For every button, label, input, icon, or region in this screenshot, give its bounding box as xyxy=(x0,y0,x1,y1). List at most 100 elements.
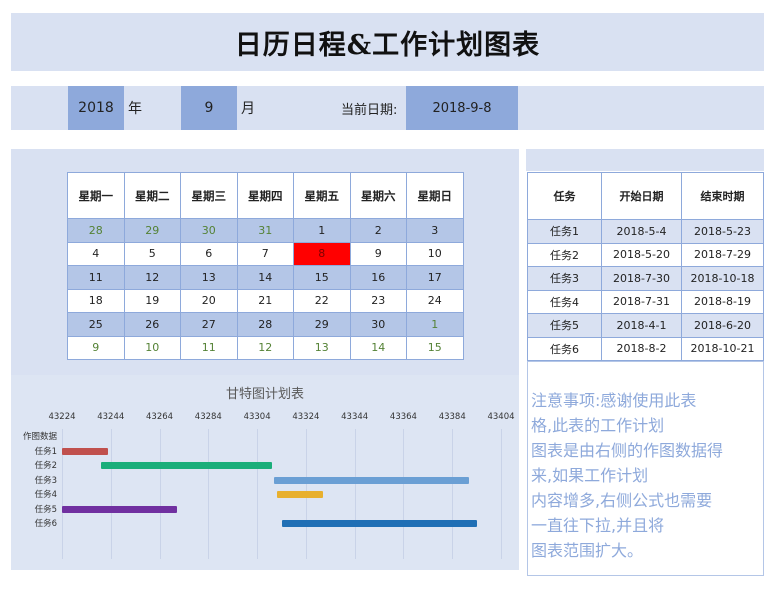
task-cell[interactable]: 任务5 xyxy=(527,313,602,338)
calendar-day[interactable]: 10 xyxy=(406,241,464,266)
y-category-label: 作图数据 xyxy=(22,432,57,442)
year-input[interactable]: 2018 xyxy=(68,86,124,130)
calendar-day-other-month[interactable]: 1 xyxy=(406,312,464,337)
task-cell[interactable]: 2018-4-1 xyxy=(601,313,682,338)
task-cell[interactable]: 2018-5-23 xyxy=(681,219,764,244)
task-table: 任务 开始日期 结束时期 任务1 2018-5-4 2018-5-23 任务2 2018-5… xyxy=(527,172,764,361)
current-date-label: 当前日期: xyxy=(341,102,398,118)
gridline xyxy=(257,429,259,559)
gridline xyxy=(403,429,405,559)
calendar-day-other-month[interactable]: 31 xyxy=(236,218,294,243)
task-row: 任务3 2018-7-30 2018-10-18 xyxy=(527,266,764,291)
calendar-day[interactable]: 17 xyxy=(406,265,464,290)
weekday-header: 星期日 xyxy=(406,172,464,219)
calendar-day-other-month[interactable]: 9 xyxy=(67,335,125,360)
calendar-day[interactable]: 6 xyxy=(180,241,238,266)
month-input[interactable]: 9 xyxy=(181,86,237,130)
calendar-day[interactable]: 12 xyxy=(123,265,181,290)
task-cell[interactable]: 任务3 xyxy=(527,266,602,291)
task-cell[interactable]: 2018-7-31 xyxy=(601,289,682,314)
gantt-bar[interactable] xyxy=(274,476,470,484)
calendar-day-other-month[interactable]: 11 xyxy=(180,335,238,360)
calendar-day[interactable]: 1 xyxy=(293,218,351,243)
task-cell[interactable]: 2018-10-18 xyxy=(681,266,764,291)
weekday-header: 星期六 xyxy=(349,172,407,219)
weekday-header: 星期四 xyxy=(236,172,294,219)
calendar-day[interactable]: 20 xyxy=(180,288,238,313)
gantt-bar[interactable] xyxy=(276,491,323,498)
calendar-day-other-month[interactable]: 12 xyxy=(236,335,294,360)
calendar-day-other-month[interactable]: 15 xyxy=(406,335,464,360)
task-cell[interactable]: 2018-8-2 xyxy=(601,336,682,361)
calendar-day[interactable]: 25 xyxy=(67,312,125,337)
gantt-bar[interactable] xyxy=(101,462,272,469)
calendar-day[interactable]: 21 xyxy=(236,288,294,313)
calendar-day[interactable]: 24 xyxy=(406,288,464,313)
calendar-week-row: 11 12 13 14 15 16 17 xyxy=(67,265,464,290)
x-tick-label: 43244 xyxy=(97,412,125,422)
calendar-day[interactable]: 7 xyxy=(236,241,294,266)
title-bar: 日历日程&工作计划图表 xyxy=(11,13,764,71)
weekday-header: 星期三 xyxy=(180,172,238,219)
calendar-panel: 星期一 星期二 星期三 星期四 星期五 星期六 星期日 28 29 30 31 1 2 3 4 5 6 7 8 9 1… xyxy=(11,149,519,375)
calendar-day[interactable]: 22 xyxy=(293,288,351,313)
x-tick-label: 43364 xyxy=(389,412,417,422)
calendar-day[interactable]: 4 xyxy=(67,241,125,266)
calendar-day-other-month[interactable]: 13 xyxy=(293,335,351,360)
calendar-day[interactable]: 18 xyxy=(67,288,125,313)
calendar-day-other-month[interactable]: 29 xyxy=(123,218,181,243)
month-unit-label: 月 xyxy=(241,101,255,117)
task-cell[interactable]: 2018-10-21 xyxy=(681,336,764,361)
calendar-day[interactable]: 28 xyxy=(236,312,294,337)
weekday-header: 星期二 xyxy=(123,172,181,219)
calendar-day[interactable]: 29 xyxy=(293,312,351,337)
task-table-body: 任务1 2018-5-4 2018-5-23 任务2 2018-5-20 2018-7-2… xyxy=(527,219,764,361)
calendar-day-other-month[interactable]: 10 xyxy=(123,335,181,360)
y-category-label: 任务6 xyxy=(34,519,57,529)
weekday-header: 星期一 xyxy=(67,172,125,219)
task-cell[interactable]: 任务4 xyxy=(527,289,602,314)
gantt-chart: 甘特图计划表 43224 43244 43264 43284 43304 43324 433… xyxy=(11,375,519,570)
calendar-day[interactable]: 27 xyxy=(180,312,238,337)
x-tick-label: 43324 xyxy=(292,412,320,422)
calendar-day-other-month[interactable]: 30 xyxy=(180,218,238,243)
task-cell[interactable]: 2018-8-19 xyxy=(681,289,764,314)
calendar-day[interactable]: 19 xyxy=(123,288,181,313)
calendar-day[interactable]: 11 xyxy=(67,265,125,290)
calendar-day[interactable]: 14 xyxy=(236,265,294,290)
gantt-bar[interactable] xyxy=(281,520,477,527)
gantt-bar[interactable] xyxy=(62,447,109,455)
calendar-day[interactable]: 3 xyxy=(406,218,464,243)
task-cell[interactable]: 2018-6-20 xyxy=(681,313,764,338)
calendar-day[interactable]: 26 xyxy=(123,312,181,337)
calendar-day-other-month[interactable]: 14 xyxy=(349,335,407,360)
calendar-day-today[interactable]: 8 xyxy=(293,241,351,266)
current-date-value[interactable]: 2018-9-8 xyxy=(406,86,518,130)
x-tick-label: 43284 xyxy=(194,412,222,422)
calendar-day[interactable]: 9 xyxy=(349,241,407,266)
notes-line: 来,如果工作计划 xyxy=(531,466,649,485)
x-tick-label: 43344 xyxy=(341,412,369,422)
task-cell[interactable]: 2018-7-30 xyxy=(601,266,682,291)
calendar-day[interactable]: 15 xyxy=(293,265,351,290)
task-cell[interactable]: 2018-5-4 xyxy=(601,219,682,244)
calendar-day[interactable]: 5 xyxy=(123,241,181,266)
gantt-bar[interactable] xyxy=(62,505,177,513)
weekday-header: 星期五 xyxy=(293,172,351,219)
calendar-table: 星期一 星期二 星期三 星期四 星期五 星期六 星期日 28 29 30 31 1 2 3 4 5 6 7 8 9 1… xyxy=(67,172,464,360)
task-cell[interactable]: 任务2 xyxy=(527,242,602,267)
notes-line: 内容增多,右侧公式也需要 xyxy=(531,491,713,510)
calendar-day[interactable]: 30 xyxy=(349,312,407,337)
y-category-label: 任务4 xyxy=(34,490,57,500)
calendar-day[interactable]: 13 xyxy=(180,265,238,290)
calendar-day[interactable]: 2 xyxy=(349,218,407,243)
task-cell[interactable]: 2018-7-29 xyxy=(681,242,764,267)
task-cell[interactable]: 任务1 xyxy=(527,219,602,244)
calendar-day[interactable]: 16 xyxy=(349,265,407,290)
notes-box: 注意事项:感谢使用此表 格,此表的工作计划 图表是由右侧的作图数据得 来,如果工作计划… xyxy=(527,361,764,576)
task-cell[interactable]: 2018-5-20 xyxy=(601,242,682,267)
task-cell[interactable]: 任务6 xyxy=(527,336,602,361)
calendar-day-other-month[interactable]: 28 xyxy=(67,218,125,243)
calendar-day[interactable]: 23 xyxy=(349,288,407,313)
x-tick-label: 43404 xyxy=(487,412,515,422)
